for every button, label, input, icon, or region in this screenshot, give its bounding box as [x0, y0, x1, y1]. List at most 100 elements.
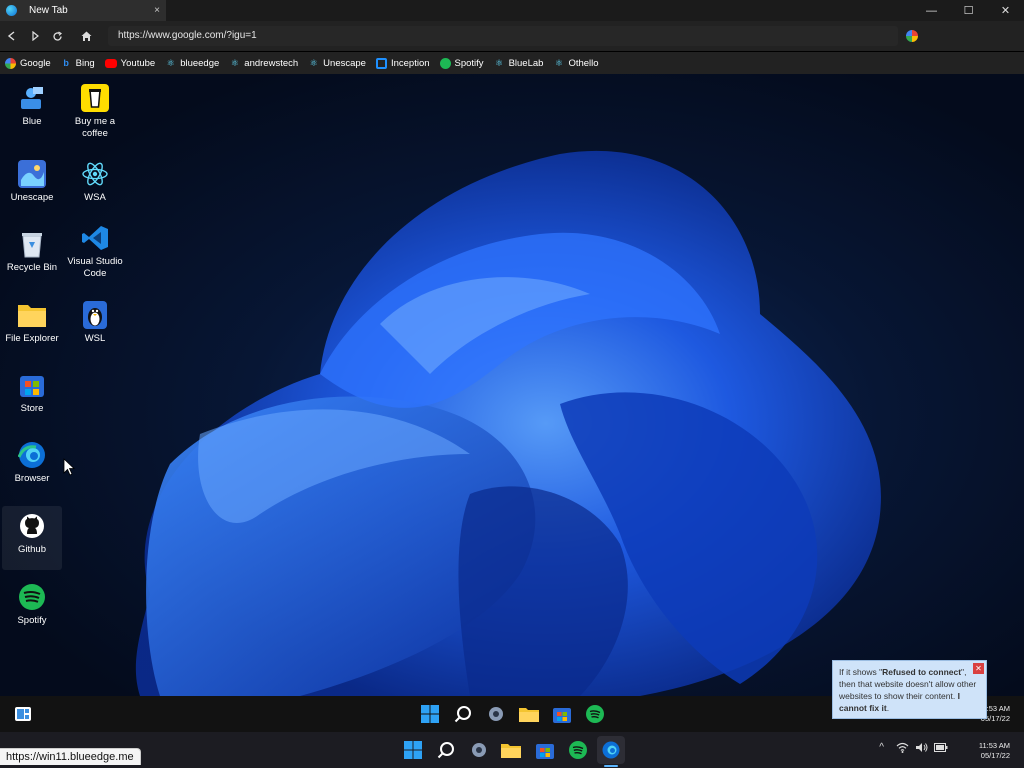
bookmark-bing[interactable]: b Bing	[61, 57, 95, 69]
store-icon	[553, 708, 571, 723]
desktop-icon-label: Unescape	[10, 192, 54, 203]
window-controls: — ☐ ✕	[913, 0, 1024, 21]
bookmark-inception[interactable]: Inception	[375, 57, 430, 69]
spotify-button[interactable]	[584, 703, 606, 725]
active-indicator	[604, 765, 618, 767]
store-button[interactable]	[551, 703, 573, 725]
desktop-icon-wsa[interactable]: WSA	[65, 160, 125, 204]
tooltip-close-button[interactable]: ✕	[973, 663, 984, 674]
settings-button[interactable]	[485, 703, 507, 725]
react-icon: ⚛	[230, 57, 239, 68]
os-spotify-button[interactable]	[567, 739, 589, 761]
desktop-icon-unescape[interactable]: Unescape	[2, 160, 62, 204]
desktop-icon-blue[interactable]: Blue	[2, 84, 62, 128]
desktop-icon-label: File Explorer	[5, 333, 59, 344]
vscode-icon	[81, 224, 109, 252]
maximize-button[interactable]: ☐	[950, 0, 987, 21]
start-button[interactable]	[419, 703, 441, 725]
desktop-icon-browser[interactable]: Browser	[2, 441, 62, 485]
store-icon	[536, 744, 554, 759]
desktop-icon-label: Buy me a coffee	[74, 116, 116, 139]
bookmark-label: Unescape	[323, 57, 366, 69]
back-button[interactable]	[0, 21, 23, 51]
chevron-up-icon[interactable]: ^	[879, 742, 884, 753]
windows-icon	[404, 741, 422, 759]
google-icon	[5, 57, 16, 69]
os-search-button[interactable]	[435, 739, 457, 761]
widgets-button[interactable]	[12, 703, 34, 725]
desktop: Blue Buy me a coffee Unescape WSA Recycle Bi…	[0, 74, 1024, 696]
desktop-icon-buy-me-a-coffee[interactable]: Buy me a coffee	[65, 84, 125, 140]
os-edge-button[interactable]	[597, 736, 625, 764]
minimize-button[interactable]: —	[913, 0, 950, 21]
spotify-icon	[439, 57, 451, 69]
refresh-button[interactable]	[46, 21, 69, 51]
spotify-icon	[18, 583, 46, 611]
volume-icon[interactable]	[915, 742, 928, 753]
inception-icon	[375, 57, 387, 69]
youtube-icon	[104, 58, 117, 68]
google-icon[interactable]	[906, 30, 918, 42]
desktop-icon-label: Blue	[22, 116, 42, 127]
bookmark-label: BlueLab	[508, 57, 544, 69]
wifi-icon[interactable]	[896, 742, 909, 753]
os-start-button[interactable]	[402, 739, 424, 761]
desktop-icon-label: Recycle Bin	[6, 262, 58, 273]
home-button[interactable]	[75, 21, 98, 51]
bookmark-andrewstech[interactable]: ⚛ andrewstech	[229, 58, 298, 69]
browser-titlebar: New Tab × — ☐ ✕	[0, 0, 1024, 21]
tab-close-button[interactable]: ×	[154, 5, 160, 16]
react-icon: ⚛	[495, 57, 504, 68]
desktop-icon-label: Browser	[14, 473, 50, 484]
desktop-icon-github[interactable]: Github	[2, 506, 62, 570]
wallpaper-bloom	[135, 150, 881, 696]
os-clock[interactable]: 11:53 AM 05/17/22	[979, 741, 1010, 761]
bookmark-google[interactable]: Google	[5, 57, 51, 69]
bookmark-label: Bing	[75, 57, 95, 69]
bookmark-unescape[interactable]: ⚛ Unescape	[308, 58, 366, 69]
mouse-cursor-icon	[63, 458, 75, 476]
tab-new-tab[interactable]: New Tab ×	[0, 0, 166, 21]
os-settings-button[interactable]	[468, 739, 490, 761]
status-url: https://win11.blueedge.me	[0, 748, 141, 765]
widgets-icon	[15, 707, 31, 721]
bookmark-label: blueedge	[180, 57, 220, 69]
github-icon	[18, 512, 46, 540]
recycle-bin-icon	[18, 230, 46, 258]
tab-label: New Tab	[29, 5, 68, 16]
search-button[interactable]	[452, 703, 474, 725]
bing-icon: b	[63, 57, 69, 68]
desktop-icon-spotify[interactable]: Spotify	[2, 583, 62, 627]
forward-icon	[31, 31, 39, 41]
close-button[interactable]: ✕	[987, 0, 1024, 21]
desktop-icon-recycle-bin[interactable]: Recycle Bin	[2, 230, 62, 274]
battery-icon[interactable]	[934, 743, 948, 752]
os-store-button[interactable]	[534, 739, 556, 761]
bookmarks-bar: Google b Bing Youtube ⚛ blueedge ⚛ andrewstech ⚛…	[0, 52, 1024, 74]
file-explorer-button[interactable]	[518, 703, 540, 725]
react-icon: ⚛	[554, 57, 563, 68]
address-bar[interactable]: https://www.google.com/?igu=1	[108, 26, 898, 46]
desktop-icon-file-explorer[interactable]: File Explorer	[2, 301, 62, 345]
info-tooltip: If it shows "Refused to connect", then t…	[832, 660, 987, 719]
store-icon	[18, 371, 46, 399]
bookmark-label: Spotify	[454, 57, 484, 69]
desktop-icon-label: WSL	[84, 333, 106, 344]
os-clock-date: 05/17/22	[980, 751, 1010, 760]
react-icon: ⚛	[309, 57, 318, 68]
bookmark-label: Google	[20, 57, 51, 69]
unescape-icon	[18, 160, 46, 188]
desktop-icon-store[interactable]: Store	[2, 371, 62, 415]
windows-icon	[421, 705, 439, 723]
bookmark-youtube[interactable]: Youtube	[104, 58, 155, 69]
bookmark-spotify[interactable]: Spotify	[439, 57, 484, 69]
bookmark-blueedge[interactable]: ⚛ blueedge	[165, 57, 220, 69]
desktop-icon-visual-studio-code[interactable]: Visual Studio Code	[65, 224, 125, 280]
desktop-icon-label: Store	[20, 403, 44, 414]
desktop-icon-wsl[interactable]: WSL	[65, 301, 125, 345]
search-icon	[454, 706, 471, 723]
forward-button[interactable]	[23, 21, 46, 51]
bookmark-othello[interactable]: ⚛ Othello	[553, 57, 599, 69]
bookmark-bluelab[interactable]: ⚛ BlueLab	[494, 57, 544, 69]
os-file-explorer-button[interactable]	[500, 739, 522, 761]
